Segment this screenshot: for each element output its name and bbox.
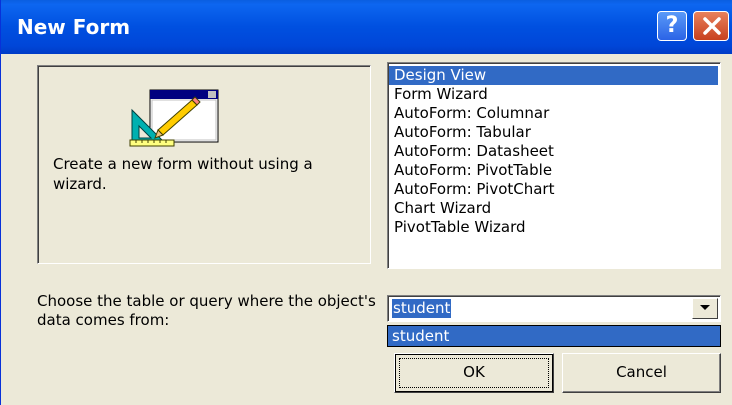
data-source-label: Choose the table or query where the obje… [37,292,376,329]
new-form-dialog: New Form ? Create a new form without usi… [0,0,732,405]
preview-panel: Create a new form without using a wizard… [37,65,371,264]
list-item[interactable]: AutoForm: Datasheet [389,142,718,161]
chevron-down-icon [700,305,710,310]
list-item[interactable]: AutoForm: PivotTable [389,161,718,180]
ok-button[interactable]: OK [394,353,554,393]
close-button[interactable] [693,11,729,41]
help-icon: ? [665,13,679,38]
dialog-title: New Form [17,15,131,39]
data-source-combo[interactable]: student [387,295,721,322]
list-item[interactable]: AutoForm: PivotChart [389,180,718,199]
close-icon [703,17,721,35]
form-type-list[interactable]: Design View Form Wizard AutoForm: Columnar… [387,62,721,269]
list-item[interactable]: Chart Wizard [389,199,718,218]
list-item[interactable]: AutoForm: Columnar [389,104,718,123]
dropdown-button[interactable] [692,298,718,319]
data-source-value[interactable]: student [392,299,452,318]
dropdown-option-student[interactable]: student [392,327,449,346]
list-item[interactable]: Design View [389,66,718,85]
help-button[interactable]: ? [657,11,687,41]
form-design-icon [129,89,219,147]
list-item[interactable]: PivotTable Wizard [389,218,718,237]
data-source-dropdown[interactable]: student [387,325,721,347]
title-bar[interactable]: New Form ? [1,0,732,54]
cancel-button[interactable]: Cancel [562,353,721,393]
list-item[interactable]: Form Wizard [389,85,718,104]
form-type-description: Create a new form without using a wizard… [53,155,313,193]
list-item[interactable]: AutoForm: Tabular [389,123,718,142]
